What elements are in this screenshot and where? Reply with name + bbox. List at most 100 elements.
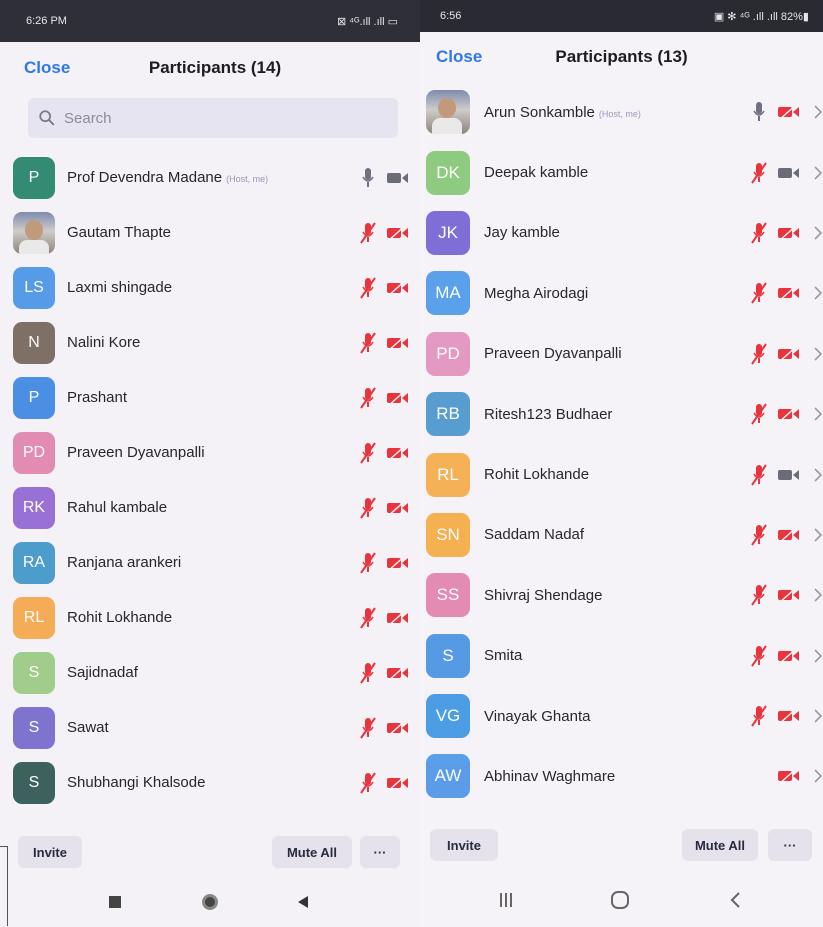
close-button[interactable]: Close xyxy=(436,47,482,67)
back-icon[interactable] xyxy=(728,891,742,909)
video-camera-off-icon[interactable] xyxy=(777,103,801,121)
participant-row[interactable]: PD Praveen Dyavanpalli xyxy=(0,425,420,480)
chevron-right-icon[interactable] xyxy=(813,467,823,482)
participant-row[interactable]: S Sawat xyxy=(0,700,420,755)
video-camera-off-icon[interactable] xyxy=(777,526,801,544)
chevron-right-icon[interactable] xyxy=(813,105,823,119)
chevron-right-icon[interactable] xyxy=(813,407,823,421)
chevron-right-icon[interactable] xyxy=(813,649,823,663)
more-button[interactable]: ··· xyxy=(360,836,400,868)
recents-icon[interactable] xyxy=(498,892,514,908)
microphone-muted-icon[interactable] xyxy=(360,716,376,739)
microphone-muted-icon[interactable] xyxy=(751,222,767,244)
microphone-muted-icon[interactable] xyxy=(751,705,767,727)
participant-row[interactable]: S Smita xyxy=(420,626,823,686)
mute-all-button[interactable]: Mute All xyxy=(272,836,352,868)
video-camera-off-icon[interactable] xyxy=(777,405,801,423)
video-camera-off-icon[interactable] xyxy=(386,553,410,572)
chevron-right-icon[interactable] xyxy=(813,226,823,240)
search-input[interactable] xyxy=(64,109,364,127)
participant-row[interactable]: N Nalini Kore xyxy=(0,315,420,370)
microphone-muted-icon[interactable] xyxy=(360,441,376,464)
invite-button[interactable]: Invite xyxy=(18,836,82,868)
participant-row[interactable]: RB Ritesh123 Budhaer xyxy=(420,384,823,444)
chevron-right-icon[interactable] xyxy=(813,166,823,180)
participant-row[interactable]: SS Shivraj Shendage xyxy=(420,565,823,625)
video-camera-off-icon[interactable] xyxy=(777,647,801,665)
microphone-muted-icon[interactable] xyxy=(360,386,376,409)
participant-row[interactable]: PD Praveen Dyavanpalli xyxy=(420,324,823,384)
video-camera-icon[interactable] xyxy=(777,164,801,182)
participant-row[interactable]: P Prof Devendra Madane (Host, me) xyxy=(0,150,420,205)
video-camera-off-icon[interactable] xyxy=(386,663,410,682)
participant-row[interactable]: P Prashant xyxy=(0,370,420,425)
microphone-muted-icon[interactable] xyxy=(751,584,767,606)
microphone-muted-icon[interactable] xyxy=(360,606,376,629)
video-camera-off-icon[interactable] xyxy=(386,498,410,517)
chevron-right-icon[interactable] xyxy=(813,528,823,542)
microphone-muted-icon[interactable] xyxy=(360,331,376,354)
back-icon[interactable] xyxy=(296,895,310,909)
video-camera-off-icon[interactable] xyxy=(386,718,410,737)
chevron-right-icon[interactable] xyxy=(813,347,823,361)
microphone-muted-icon[interactable] xyxy=(751,463,767,486)
recents-icon[interactable] xyxy=(108,895,122,909)
participant-row[interactable]: SN Saddam Nadaf xyxy=(420,505,823,565)
participant-row[interactable]: DK Deepak kamble xyxy=(420,142,823,202)
participant-row[interactable]: Arun Sonkamble (Host, me) xyxy=(420,82,823,142)
avatar: SS xyxy=(426,573,470,618)
microphone-muted-icon[interactable] xyxy=(360,221,376,244)
participant-row[interactable]: JK Jay kamble xyxy=(420,203,823,263)
video-camera-off-icon[interactable] xyxy=(777,767,801,786)
microphone-muted-icon[interactable] xyxy=(751,162,767,184)
chevron-right-icon[interactable] xyxy=(813,286,823,300)
microphone-muted-icon[interactable] xyxy=(751,645,767,667)
video-camera-off-icon[interactable] xyxy=(777,284,801,302)
microphone-muted-icon[interactable] xyxy=(360,771,376,794)
video-camera-off-icon[interactable] xyxy=(777,345,801,363)
video-camera-off-icon[interactable] xyxy=(386,608,410,627)
participant-row[interactable]: MA Megha Airodagi xyxy=(420,263,823,323)
home-icon[interactable] xyxy=(200,892,220,912)
chevron-right-icon[interactable] xyxy=(813,709,823,723)
search-box[interactable] xyxy=(28,98,398,138)
video-camera-off-icon[interactable] xyxy=(386,388,410,407)
microphone-muted-icon[interactable] xyxy=(751,343,767,365)
video-camera-off-icon[interactable] xyxy=(386,278,410,297)
video-camera-off-icon[interactable] xyxy=(386,773,410,792)
mute-all-button[interactable]: Mute All xyxy=(682,829,758,861)
video-camera-off-icon[interactable] xyxy=(386,333,410,352)
video-camera-icon[interactable] xyxy=(777,466,801,484)
video-camera-off-icon[interactable] xyxy=(386,443,410,462)
invite-button[interactable]: Invite xyxy=(430,829,498,861)
participant-row[interactable]: VG Vinayak Ghanta xyxy=(420,686,823,746)
microphone-muted-icon[interactable] xyxy=(360,551,376,574)
microphone-muted-icon[interactable] xyxy=(360,661,376,684)
chevron-right-icon[interactable] xyxy=(813,769,823,784)
microphone-muted-icon[interactable] xyxy=(751,524,767,546)
participant-row[interactable]: LS Laxmi shingade xyxy=(0,260,420,315)
participant-row[interactable]: Gautam Thapte xyxy=(0,205,420,260)
microphone-icon[interactable] xyxy=(751,101,767,123)
video-camera-off-icon[interactable] xyxy=(777,224,801,242)
more-button[interactable]: ··· xyxy=(768,829,812,861)
participant-row[interactable]: AW Abhinav Waghmare xyxy=(420,746,823,806)
microphone-muted-icon[interactable] xyxy=(751,282,767,304)
video-camera-off-icon[interactable] xyxy=(386,223,410,242)
microphone-muted-icon[interactable] xyxy=(360,496,376,519)
home-icon[interactable] xyxy=(610,890,630,910)
video-camera-off-icon[interactable] xyxy=(777,707,801,725)
participant-row[interactable]: S Shubhangi Khalsode xyxy=(0,755,420,810)
close-button[interactable]: Close xyxy=(24,58,70,78)
video-camera-icon[interactable] xyxy=(386,169,410,187)
chevron-right-icon[interactable] xyxy=(813,588,823,602)
microphone-muted-icon[interactable] xyxy=(751,403,767,425)
participant-row[interactable]: RL Rohit Lokhande xyxy=(420,444,823,504)
participant-row[interactable]: RA Ranjana arankeri xyxy=(0,535,420,590)
participant-row[interactable]: S Sajidnadaf xyxy=(0,645,420,700)
microphone-muted-icon[interactable] xyxy=(360,276,376,299)
participant-row[interactable]: RK Rahul kambale xyxy=(0,480,420,535)
microphone-icon[interactable] xyxy=(360,167,376,189)
video-camera-off-icon[interactable] xyxy=(777,586,801,604)
participant-row[interactable]: RL Rohit Lokhande xyxy=(0,590,420,645)
